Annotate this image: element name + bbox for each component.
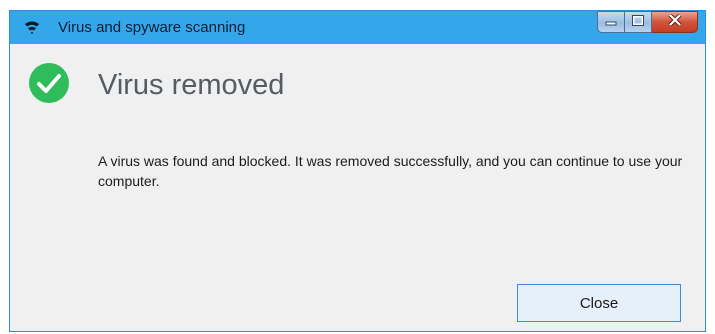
dialog-content: Virus removed A virus was found and bloc… (10, 44, 705, 331)
close-button[interactable]: Close (517, 284, 681, 322)
close-icon (668, 13, 682, 31)
maximize-button[interactable] (625, 11, 652, 33)
title-bar[interactable]: Virus and spyware scanning (10, 11, 705, 44)
window-title: Virus and spyware scanning (58, 19, 246, 36)
dialog-window: Virus and spyware scanning Virus removed… (9, 10, 706, 332)
shield-wifi-icon (24, 20, 40, 36)
maximize-icon (632, 13, 644, 31)
close-window-button[interactable] (652, 11, 698, 33)
dialog-heading: Virus removed (98, 69, 285, 101)
minimize-button[interactable] (597, 11, 625, 33)
checkmark-circle-icon (28, 62, 70, 104)
minimize-icon (605, 13, 617, 31)
window-controls (597, 11, 698, 33)
dialog-message: A virus was found and blocked. It was re… (98, 153, 683, 189)
